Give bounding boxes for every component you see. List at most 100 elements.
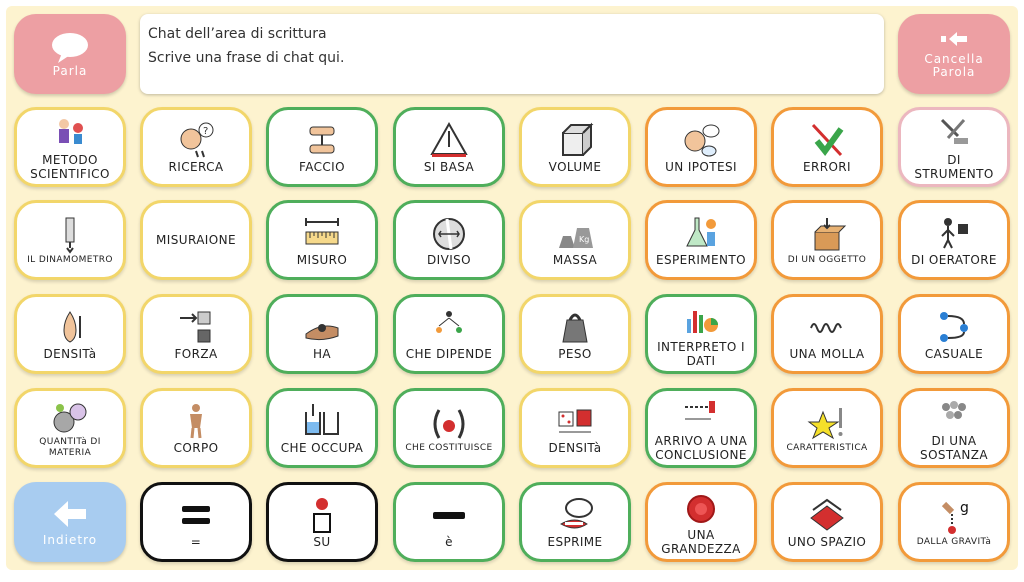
on-top-icon: [302, 495, 342, 535]
symbol-tile[interactable]: MISURAIONE: [140, 200, 252, 280]
symbol-tile[interactable]: UN IPOTESI: [645, 107, 757, 187]
chat-writing-area[interactable]: Chat dell’area di scrittura Scrive una f…: [140, 14, 884, 94]
symbol-tile[interactable]: =: [140, 482, 252, 562]
clear-word-button[interactable]: Cancella Parola: [898, 14, 1010, 94]
symbol-tile-label: METODO SCIENTIFICO: [30, 153, 110, 181]
conclusion-arrow-icon: [681, 394, 721, 434]
symbol-tile-label: DENSITà: [43, 347, 97, 361]
constitute-icon: [429, 403, 469, 443]
symbol-tile-label: DALLA GRAVITà: [916, 536, 992, 547]
hand-holding-icon: [302, 307, 342, 347]
symbol-tile-label: SI BASA: [423, 160, 475, 174]
symbol-tile[interactable]: CORPO: [140, 388, 252, 468]
symbol-tile-label: CARATTERISTICA: [786, 442, 868, 453]
symbol-tile-label: PESO: [558, 347, 592, 361]
substance-icon: [934, 394, 974, 434]
symbol-tile[interactable]: DI STRUMENTO: [898, 107, 1010, 187]
symbol-tile[interactable]: è: [393, 482, 505, 562]
symbol-tile[interactable]: FACCIO: [266, 107, 378, 187]
symbol-tile-label: IL DINAMOMETRO: [27, 254, 113, 265]
symbol-tile-label: DI STRUMENTO: [914, 153, 994, 181]
symbol-tile[interactable]: ? RICERCA: [140, 107, 252, 187]
symbol-tile[interactable]: MISURO: [266, 200, 378, 280]
back-button[interactable]: Indietro: [14, 482, 126, 562]
symbol-tile[interactable]: METODO SCIENTIFICO: [14, 107, 126, 187]
symbol-tile-label: =: [190, 535, 202, 549]
symbol-tile[interactable]: HA: [266, 294, 378, 374]
symbol-tile[interactable]: CARATTERISTICA: [771, 388, 883, 468]
symbol-tile[interactable]: DI OERATORE: [898, 200, 1010, 280]
symbol-tile-label: DI UNA SOSTANZA: [920, 434, 988, 462]
body-icon: [176, 401, 216, 441]
symbol-tile[interactable]: DIVISO: [393, 200, 505, 280]
symbol-tile-label: è: [445, 535, 453, 549]
speak-button-label: Parla: [52, 63, 88, 78]
force-push-icon: [176, 307, 216, 347]
symbol-tile[interactable]: DENSITà: [519, 388, 631, 468]
symbol-tile[interactable]: SU: [266, 482, 378, 562]
symbol-tile-label: DIVISO: [427, 253, 471, 267]
symbol-tile[interactable]: DI UNA SOSTANZA: [898, 388, 1010, 468]
symbol-tile[interactable]: PESO: [519, 294, 631, 374]
clear-word-button-label: Cancella Parola: [924, 52, 984, 79]
symbol-tile[interactable]: ERRORI: [771, 107, 883, 187]
symbol-tile[interactable]: INTERPRETO I DATI: [645, 294, 757, 374]
symbol-tile[interactable]: DENSITà: [14, 294, 126, 374]
symbol-tile[interactable]: IL DINAMOMETRO: [14, 200, 126, 280]
symbol-tile[interactable]: CHE DIPENDE: [393, 294, 505, 374]
weights-icon: Kg: [555, 213, 595, 253]
backspace-arrow-icon: [941, 32, 967, 46]
triangle-base-icon: [429, 120, 469, 160]
minus-icon: [429, 495, 469, 535]
symbol-tile[interactable]: g DALLA GRAVITà: [898, 482, 1010, 562]
symbol-tile[interactable]: QUANTITà DI MATERIA: [14, 388, 126, 468]
symbol-tile-label: INTERPRETO I DATI: [657, 340, 745, 368]
weight-icon: [555, 307, 595, 347]
symbol-tile[interactable]: CHE COSTITUISCE: [393, 388, 505, 468]
occupy-beaker-icon: [302, 401, 342, 441]
symbol-tile-label: HA: [312, 347, 332, 361]
symbol-tile-label: MISURAIONE: [156, 233, 236, 247]
symbol-tile[interactable]: CHE OCCUPA: [266, 388, 378, 468]
density-drop-icon: [50, 307, 90, 347]
equals-icon: [176, 495, 216, 535]
symbol-tile[interactable]: CASUALE: [898, 294, 1010, 374]
data-chart-icon: [681, 300, 721, 340]
symbol-tile[interactable]: UNA GRANDEZZA: [645, 482, 757, 562]
symbol-tile[interactable]: FORZA: [140, 294, 252, 374]
box-object-icon: [807, 215, 847, 255]
cube-volume-icon: [555, 120, 595, 160]
symbol-tile-label: FACCIO: [299, 160, 345, 174]
symbol-tile[interactable]: Kg MASSA: [519, 200, 631, 280]
symbol-tile-label: UN IPOTESI: [665, 160, 737, 174]
red-space-icon: [807, 495, 847, 535]
dynamometer-icon: [50, 215, 90, 255]
spring-icon: [807, 307, 847, 347]
symbol-tile-label: UNA MOLLA: [789, 347, 865, 361]
symbol-tile-label: UNA GRANDEZZA: [661, 528, 741, 556]
symbol-tile-label: ESPRIME: [547, 535, 603, 549]
matter-balls-icon: [50, 397, 90, 437]
hypothesis-head-icon: [681, 120, 721, 160]
aac-board: Parla Chat dell’area di scrittura Scrive…: [6, 6, 1018, 570]
symbol-tile[interactable]: ARRIVO A UNA CONCLUSIONE: [645, 388, 757, 468]
symbol-tile[interactable]: ESPERIMENTO: [645, 200, 757, 280]
symbol-tile-label: CORPO: [173, 441, 219, 455]
symbol-tile[interactable]: DI UN OGGETTO: [771, 200, 883, 280]
symbol-tile-label: VOLUME: [548, 160, 602, 174]
symbol-tile[interactable]: UNA MOLLA: [771, 294, 883, 374]
symbol-tile[interactable]: VOLUME: [519, 107, 631, 187]
speak-button[interactable]: Parla: [14, 14, 126, 94]
express-mouth-icon: [555, 495, 595, 535]
symbol-tile[interactable]: ESPRIME: [519, 482, 631, 562]
density-cubes-icon: [555, 401, 595, 441]
symbol-tile-label: FORZA: [174, 347, 218, 361]
symbol-tile-label: CHE DIPENDE: [405, 347, 493, 361]
operator-icon: [934, 213, 974, 253]
divided-circle-icon: [429, 213, 469, 253]
red-circle-icon: [681, 488, 721, 528]
symbol-tile-label: ESPERIMENTO: [656, 253, 746, 267]
gravity-hand-icon: g: [934, 497, 974, 537]
symbol-tile[interactable]: SI BASA: [393, 107, 505, 187]
symbol-tile[interactable]: UNO SPAZIO: [771, 482, 883, 562]
